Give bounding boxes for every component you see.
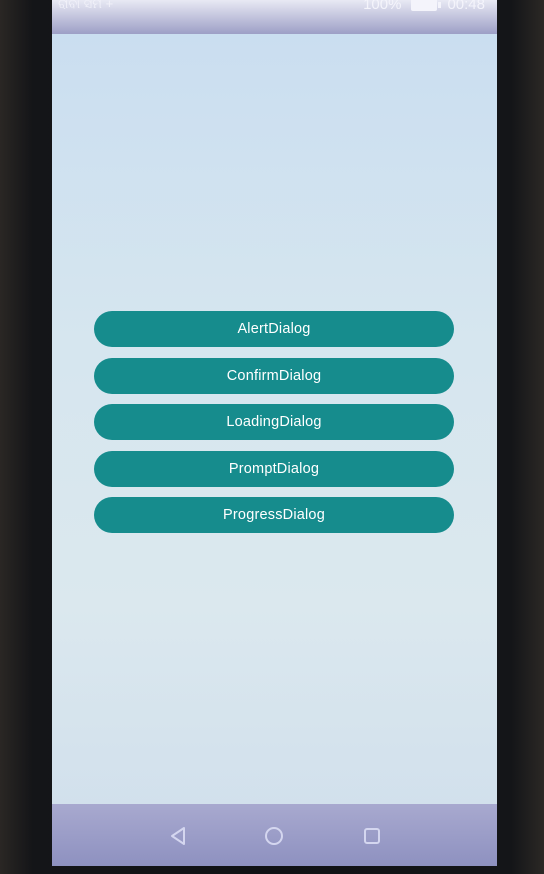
loading-dialog-button[interactable]: LoadingDialog — [94, 404, 454, 440]
navigation-bar — [52, 804, 497, 866]
screen: ରାବା ସିମ + 100% 00:48 AlertDialog Confir… — [52, 0, 497, 866]
recent-apps-icon[interactable] — [360, 824, 384, 848]
battery-percent: 100% — [363, 0, 402, 13]
clock: 00:48 — [447, 0, 485, 13]
dialog-button-list: AlertDialog ConfirmDialog LoadingDialog … — [94, 311, 454, 544]
status-right: 100% 00:48 — [363, 0, 485, 13]
alert-dialog-button[interactable]: AlertDialog — [94, 311, 454, 347]
battery-icon — [411, 0, 442, 11]
back-icon[interactable] — [166, 824, 190, 848]
phone-device: ରାବା ସିମ + 100% 00:48 AlertDialog Confir… — [0, 0, 544, 874]
confirm-dialog-button[interactable]: ConfirmDialog — [94, 357, 454, 394]
status-bar: ରାବା ସିମ + 100% 00:48 — [52, 0, 497, 34]
prompt-dialog-button[interactable]: PromptDialog — [94, 450, 454, 487]
progress-dialog-button[interactable]: ProgressDialog — [94, 497, 454, 533]
carrier-label: ରାବା ସିମ + — [58, 0, 114, 11]
home-icon[interactable] — [262, 824, 286, 848]
